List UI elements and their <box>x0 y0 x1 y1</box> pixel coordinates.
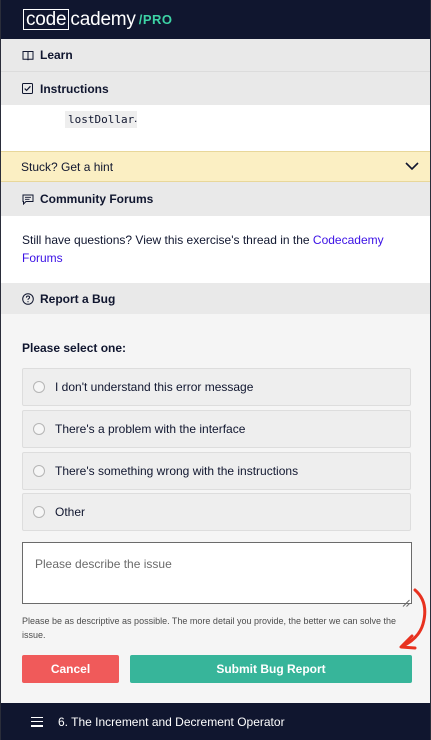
option-label: Other <box>55 505 86 519</box>
instructions-body: lostDollar . <box>1 105 430 151</box>
report-bug-header[interactable]: Report a Bug <box>1 283 430 314</box>
option-label: There's a problem with the interface <box>55 422 246 436</box>
report-bug-label: Report a Bug <box>40 291 116 306</box>
instructions-label: Instructions <box>40 81 109 96</box>
community-forums-header[interactable]: Community Forums <box>1 182 430 216</box>
hint-toggle[interactable]: Stuck? Get a hint <box>1 151 430 182</box>
checkbox-icon <box>21 82 34 95</box>
description-help-text: Please be as descriptive as possible. Th… <box>22 616 397 640</box>
radio-button[interactable] <box>33 506 45 518</box>
logo-pro-badge: /PRO <box>138 12 173 27</box>
top-bar: code cademy /PRO <box>1 0 430 39</box>
chat-bubble-icon <box>21 193 34 206</box>
submit-bug-report-button[interactable]: Submit Bug Report <box>130 655 412 683</box>
inline-code: lostDollar <box>65 111 138 128</box>
bug-report-form: Please select one: I don't understand th… <box>1 314 430 703</box>
hint-label: Stuck? Get a hint <box>21 159 114 174</box>
instructions-text: . <box>134 111 138 125</box>
lesson-title: 6. The Increment and Decrement Operator <box>58 714 285 729</box>
hamburger-icon[interactable] <box>31 716 43 727</box>
bug-option-interface[interactable]: There's a problem with the interface <box>22 410 411 448</box>
bug-option-other[interactable]: Other <box>22 493 411 531</box>
learn-label: Learn <box>40 48 73 62</box>
issue-description-input[interactable] <box>22 542 412 604</box>
instructions-section-header[interactable]: Instructions <box>1 72 430 105</box>
radio-button[interactable] <box>33 465 45 477</box>
community-label: Community Forums <box>40 192 154 206</box>
cancel-button[interactable]: Cancel <box>22 655 119 683</box>
codecademy-logo[interactable]: code cademy /PRO <box>23 9 173 31</box>
bottom-bar: 6. The Increment and Decrement Operator <box>1 703 430 740</box>
logo-code-box: code <box>23 9 70 30</box>
chevron-down-icon <box>404 158 420 177</box>
resize-grip-icon[interactable] <box>402 594 410 607</box>
radio-button[interactable] <box>33 423 45 435</box>
option-label: There's something wrong with the instruc… <box>55 464 299 478</box>
app-frame: code cademy /PRO Learn Instructions lost… <box>0 0 431 740</box>
select-one-label: Please select one: <box>22 341 127 355</box>
logo-cademy-text: cademy <box>70 8 136 30</box>
book-icon <box>21 49 34 62</box>
question-circle-icon <box>21 292 34 305</box>
bug-option-instructions[interactable]: There's something wrong with the instruc… <box>22 452 411 490</box>
radio-button[interactable] <box>33 381 45 393</box>
community-body: Still have questions? View this exercise… <box>1 216 430 283</box>
bug-option-error-message[interactable]: I don't understand this error message <box>22 368 411 406</box>
learn-section-header[interactable]: Learn <box>1 39 430 72</box>
community-text: Still have questions? View this exercise… <box>22 233 313 247</box>
option-label: I don't understand this error message <box>55 380 254 394</box>
